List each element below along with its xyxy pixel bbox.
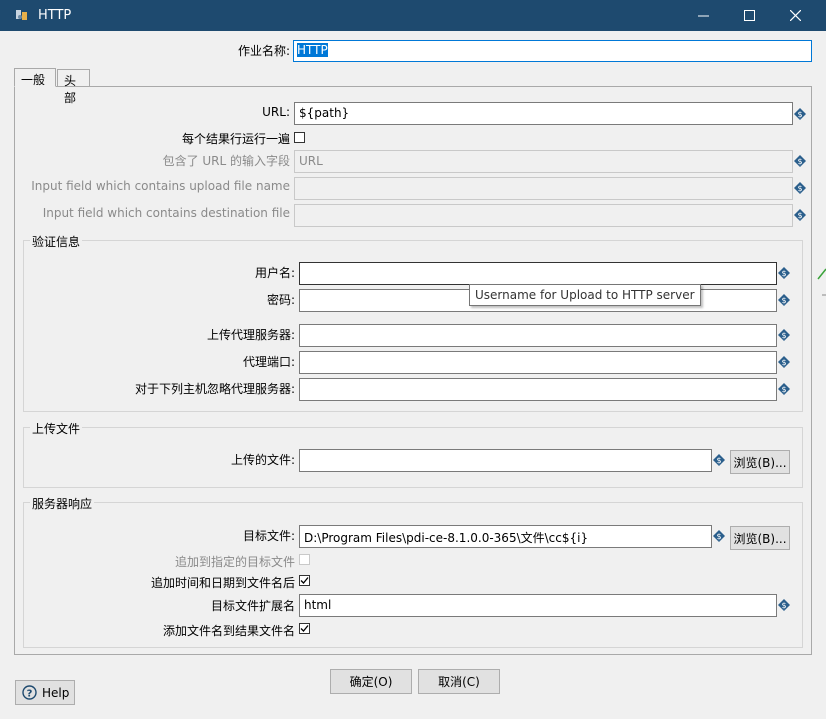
- proxy-server-label: 上传代理服务器:: [206, 328, 295, 342]
- target-browse-button[interactable]: 浏览(B)...: [730, 526, 790, 550]
- add-to-result-label: 添加文件名到结果文件名: [162, 624, 295, 638]
- dest-field-combo[interactable]: [294, 204, 793, 227]
- title-bar: HTTP: [0, 0, 826, 31]
- svg-text:$: $: [781, 269, 786, 278]
- extension-label: 目标文件扩展名: [210, 599, 295, 613]
- svg-text:$: $: [797, 211, 802, 220]
- url-label: URL:: [262, 105, 290, 119]
- maximize-button[interactable]: [726, 0, 772, 31]
- dest-field-label: Input field which contains destination f…: [42, 206, 290, 220]
- svg-text:$: $: [781, 296, 786, 305]
- minimize-button[interactable]: [680, 0, 726, 31]
- svg-text:$: $: [797, 110, 802, 119]
- background-window-fragment: [817, 268, 826, 296]
- proxy-server-input[interactable]: [299, 324, 777, 347]
- non-proxy-hosts-input[interactable]: [299, 378, 777, 401]
- target-file-label: 目标文件:: [242, 529, 295, 543]
- help-icon: ?: [22, 685, 37, 700]
- proxy-port-input[interactable]: [299, 351, 777, 374]
- svg-text:$: $: [781, 331, 786, 340]
- target-file-input[interactable]: D:\Program Files\pdi-ce-8.1.0.0-365\文件\c…: [299, 525, 712, 548]
- non-proxy-hosts-label: 对于下列主机忽略代理服务器:: [134, 382, 295, 396]
- checkmark-icon: [300, 577, 309, 584]
- username-label: 用户名:: [254, 266, 295, 280]
- upload-browse-button[interactable]: 浏览(B)...: [730, 450, 790, 474]
- variable-icon: $: [778, 329, 790, 341]
- url-input[interactable]: ${path}: [294, 102, 793, 125]
- svg-text:$: $: [716, 456, 721, 465]
- proxy-port-label: 代理端口:: [242, 355, 295, 369]
- variable-icon: $: [794, 209, 806, 221]
- target-browse-label: 浏览(B)...: [733, 531, 787, 546]
- cancel-button[interactable]: 取消(C): [418, 669, 500, 694]
- svg-text:$: $: [781, 601, 786, 610]
- variable-icon: $: [713, 530, 725, 542]
- ok-button[interactable]: 确定(O): [330, 669, 412, 694]
- append-target-label: 追加到指定的目标文件: [174, 555, 295, 569]
- variable-icon: $: [778, 267, 790, 279]
- upload-file-input[interactable]: [299, 449, 712, 472]
- upload-file-label: 上传的文件:: [230, 453, 295, 467]
- run-every-row-checkbox[interactable]: [294, 132, 305, 143]
- auth-group-title: 验证信息: [30, 233, 83, 250]
- variable-icon: $: [778, 599, 790, 611]
- tab-headers-label: 头部: [64, 74, 77, 105]
- maximize-icon: [743, 10, 755, 21]
- svg-text:$: $: [716, 532, 721, 541]
- upload-group-title: 上传文件: [30, 420, 83, 437]
- variable-icon: $: [778, 356, 790, 368]
- url-field-combo[interactable]: URL: [294, 150, 793, 173]
- tab-general-label: 一般: [21, 73, 46, 87]
- job-name-value: HTTP: [297, 43, 328, 57]
- run-every-row-label: 每个结果行运行一遍: [181, 132, 290, 146]
- checkmark-icon: [300, 625, 309, 632]
- close-button[interactable]: [772, 0, 818, 31]
- job-name-label: 作业名称:: [237, 44, 290, 58]
- upload-field-combo[interactable]: [294, 177, 793, 200]
- close-icon: [789, 10, 801, 21]
- svg-text:$: $: [781, 385, 786, 394]
- add-datetime-label: 追加时间和日期到文件名后: [150, 576, 295, 590]
- append-target-checkbox[interactable]: [299, 554, 310, 565]
- variable-icon: $: [794, 155, 806, 167]
- window-title: HTTP: [38, 8, 72, 23]
- url-field-label: 包含了 URL 的输入字段: [162, 154, 290, 168]
- help-button[interactable]: ? Help: [15, 680, 75, 705]
- username-input[interactable]: [299, 262, 777, 285]
- add-datetime-checkbox[interactable]: [299, 575, 310, 586]
- cancel-label: 取消(C): [438, 675, 480, 689]
- upload-field-label: Input field which contains upload file n…: [31, 179, 290, 193]
- variable-icon: $: [794, 108, 806, 120]
- response-group-title: 服务器响应: [30, 495, 95, 512]
- variable-icon: $: [778, 383, 790, 395]
- username-tooltip: Username for Upload to HTTP server: [469, 284, 701, 306]
- tab-general[interactable]: 一般: [14, 68, 56, 87]
- variable-icon: $: [713, 454, 725, 466]
- variable-icon: $: [778, 294, 790, 306]
- add-to-result-checkbox[interactable]: [299, 623, 310, 634]
- variable-icon: $: [794, 182, 806, 194]
- ok-label: 确定(O): [349, 675, 393, 689]
- password-label: 密码:: [266, 293, 295, 307]
- tab-headers[interactable]: 头部: [57, 69, 90, 105]
- upload-browse-label: 浏览(B)...: [733, 455, 787, 470]
- extension-input[interactable]: html: [299, 594, 777, 617]
- app-icon: [16, 10, 27, 20]
- svg-text:$: $: [797, 157, 802, 166]
- svg-text:$: $: [797, 184, 802, 193]
- minimize-icon: [697, 15, 709, 17]
- job-name-input[interactable]: HTTP: [293, 40, 812, 62]
- help-label: Help: [42, 685, 70, 700]
- svg-text:$: $: [781, 358, 786, 367]
- svg-text:?: ?: [27, 689, 33, 700]
